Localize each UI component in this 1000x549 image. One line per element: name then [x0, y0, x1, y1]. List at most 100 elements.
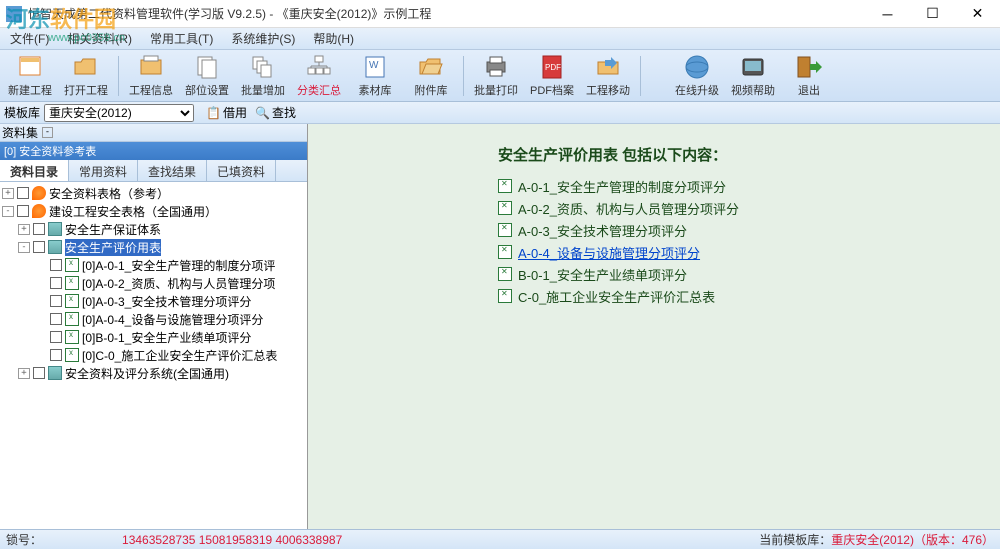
new-project-icon	[16, 53, 44, 81]
template-lib-label: 模板库	[4, 104, 40, 121]
category-summary-icon	[305, 53, 333, 81]
project-info-icon	[137, 53, 165, 81]
excel-icon	[498, 245, 512, 259]
tree-node[interactable]: [0]B-0-1_安全生产业绩单项评分	[2, 328, 305, 346]
collapse-toggle[interactable]: -	[42, 127, 53, 138]
open-project-button[interactable]: 打开工程	[60, 52, 112, 100]
video-help-button[interactable]: 视频帮助	[727, 52, 779, 100]
excel-icon	[498, 223, 512, 237]
template-bar: 模板库 重庆安全(2012) 📋借用 🔍查找	[0, 102, 1000, 124]
batch-add-icon	[249, 53, 277, 81]
tab-filled[interactable]: 已填资料	[207, 160, 276, 181]
category-summary-button[interactable]: 分类汇总	[293, 52, 345, 100]
minimize-button[interactable]: ─	[865, 0, 910, 28]
dept-settings-icon	[193, 53, 221, 81]
template-select[interactable]: 重庆安全(2012)	[44, 104, 194, 122]
tab-common[interactable]: 常用资料	[69, 160, 138, 181]
app-icon	[6, 6, 22, 22]
tree-node[interactable]: [0]A-0-2_资质、机构与人员管理分项	[2, 274, 305, 292]
tab-results[interactable]: 查找结果	[138, 160, 207, 181]
excel-icon	[65, 276, 79, 290]
dept-settings-button[interactable]: 部位设置	[181, 52, 233, 100]
list-item[interactable]: A-0-3_安全技术管理分项评分	[498, 219, 960, 241]
excel-icon	[65, 348, 79, 362]
online-upgrade-icon	[683, 53, 711, 81]
svg-text:PDF: PDF	[545, 63, 561, 72]
left-tabs: 资料目录 常用资料 查找结果 已填资料	[0, 160, 307, 182]
tab-catalog[interactable]: 资料目录	[0, 160, 69, 181]
excel-icon	[65, 312, 79, 326]
tree-node[interactable]: +安全生产保证体系	[2, 220, 305, 238]
borrow-button[interactable]: 📋借用	[206, 104, 247, 121]
attach-lib-button[interactable]: 附件库	[405, 52, 457, 100]
batch-print-button[interactable]: 批量打印	[470, 52, 522, 100]
menu-file[interactable]: 文件(F)	[10, 30, 49, 47]
tree-node-selected[interactable]: -安全生产评价用表	[2, 238, 305, 256]
panel-header: [0] 安全资料参考表	[0, 142, 307, 160]
project-move-button[interactable]: 工程移动	[582, 52, 634, 100]
list-item-selected[interactable]: A-0-4_设备与设施管理分项评分	[498, 241, 960, 263]
find-button[interactable]: 🔍查找	[255, 104, 296, 121]
list-item[interactable]: A-0-2_资质、机构与人员管理分项评分	[498, 197, 960, 219]
new-project-button[interactable]: 新建工程	[4, 52, 56, 100]
close-button[interactable]: ✕	[955, 0, 1000, 28]
flame-icon	[32, 186, 46, 200]
tree-view[interactable]: +安全资料表格（参考） -建设工程安全表格（全国通用） +安全生产保证体系 -安…	[0, 182, 307, 529]
content-title: 安全生产评价用表 包括以下内容：	[498, 144, 960, 165]
flame-icon	[32, 204, 46, 218]
borrow-icon: 📋	[206, 106, 221, 120]
open-project-icon	[72, 53, 100, 81]
svg-text:W: W	[369, 60, 379, 71]
content-panel: 安全生产评价用表 包括以下内容： A-0-1_安全生产管理的制度分项评分 A-0…	[308, 124, 1000, 529]
menu-related[interactable]: 相关资料(R)	[67, 30, 132, 47]
status-bar: 锁号： 13463528735 15081958319 4006338987 当…	[0, 529, 1000, 549]
excel-icon	[498, 267, 512, 281]
menu-tools[interactable]: 常用工具(T)	[150, 30, 213, 47]
list-item[interactable]: B-0-1_安全生产业绩单项评分	[498, 263, 960, 285]
tree-node[interactable]: [0]A-0-4_设备与设施管理分项评分	[2, 310, 305, 328]
project-move-icon	[594, 53, 622, 81]
status-template: 当前模板库：重庆安全(2012)（版本：476）	[759, 531, 1000, 548]
batch-add-button[interactable]: 批量增加	[237, 52, 289, 100]
folder-icon	[48, 366, 62, 380]
exit-button[interactable]: 退出	[783, 52, 835, 100]
excel-icon	[65, 294, 79, 308]
tree-node[interactable]: [0]C-0_施工企业安全生产评价汇总表	[2, 346, 305, 364]
maximize-button[interactable]: ☐	[910, 0, 955, 28]
pdf-archive-icon: PDF	[538, 53, 566, 81]
lock-label: 锁号：	[0, 531, 42, 548]
tree-node[interactable]: +安全资料及评分系统(全国通用)	[2, 364, 305, 382]
tree-node[interactable]: -建设工程安全表格（全国通用）	[2, 202, 305, 220]
excel-icon	[498, 289, 512, 303]
batch-print-icon	[482, 53, 510, 81]
list-item[interactable]: A-0-1_安全生产管理的制度分项评分	[498, 175, 960, 197]
online-upgrade-button[interactable]: 在线升级	[671, 52, 723, 100]
material-lib-icon: W	[361, 53, 389, 81]
excel-icon	[65, 330, 79, 344]
phone-numbers: 13463528735 15081958319 4006338987	[122, 533, 759, 547]
excel-icon	[498, 201, 512, 215]
search-icon: 🔍	[255, 106, 270, 120]
material-lib-button[interactable]: W素材库	[349, 52, 401, 100]
list-item[interactable]: C-0_施工企业安全生产评价汇总表	[498, 285, 960, 307]
tree-node[interactable]: [0]A-0-1_安全生产管理的制度分项评	[2, 256, 305, 274]
excel-icon	[498, 179, 512, 193]
folder-icon	[48, 222, 62, 236]
tree-node[interactable]: [0]A-0-3_安全技术管理分项评分	[2, 292, 305, 310]
attach-lib-icon	[417, 53, 445, 81]
folder-icon	[48, 240, 62, 254]
left-panel: 资料集 - [0] 安全资料参考表 资料目录 常用资料 查找结果 已填资料 +安…	[0, 124, 308, 529]
video-help-icon	[739, 53, 767, 81]
pdf-archive-button[interactable]: PDFPDF档案	[526, 52, 578, 100]
menu-bar: 文件(F) 相关资料(R) 常用工具(T) 系统维护(S) 帮助(H)	[0, 28, 1000, 50]
excel-icon	[65, 258, 79, 272]
tree-node[interactable]: +安全资料表格（参考）	[2, 184, 305, 202]
menu-help[interactable]: 帮助(H)	[313, 30, 354, 47]
project-info-button[interactable]: 工程信息	[125, 52, 177, 100]
menu-maintenance[interactable]: 系统维护(S)	[231, 30, 295, 47]
window-title: 恒智天成第二代资料管理软件(学习版 V9.2.5) - 《重庆安全(2012)》…	[28, 5, 865, 22]
toolbar: 新建工程 打开工程 工程信息 部位设置 批量增加 分类汇总 W素材库 附件库 批…	[0, 50, 1000, 102]
content-list: A-0-1_安全生产管理的制度分项评分 A-0-2_资质、机构与人员管理分项评分…	[498, 175, 960, 307]
exit-icon	[795, 53, 823, 81]
title-bar: 恒智天成第二代资料管理软件(学习版 V9.2.5) - 《重庆安全(2012)》…	[0, 0, 1000, 28]
